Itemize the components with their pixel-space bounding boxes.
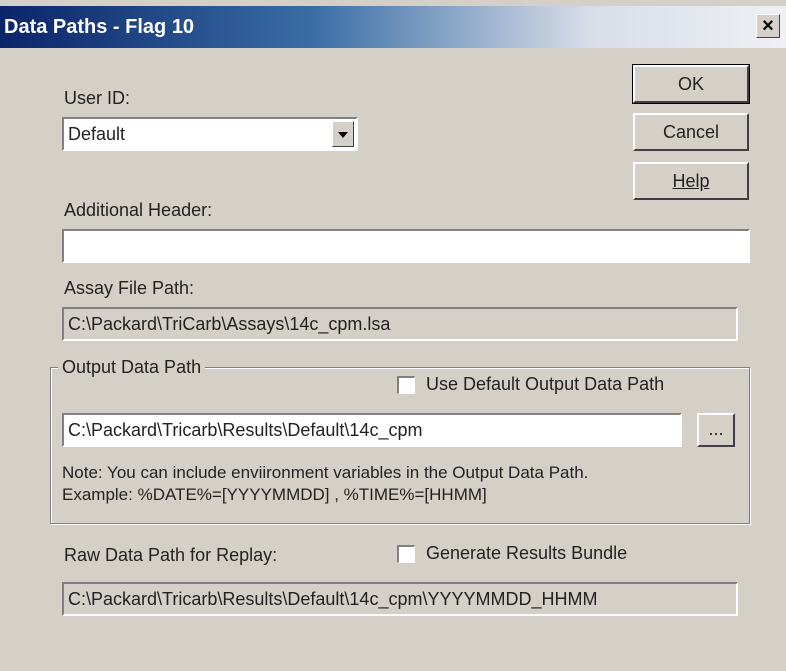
note-line-1: Note: You can include enviironment varia… <box>62 463 589 482</box>
output-path-note: Note: You can include enviironment varia… <box>62 462 588 506</box>
chevron-down-icon[interactable] <box>332 121 354 147</box>
generate-results-bundle-label[interactable]: Generate Results Bundle <box>426 543 627 564</box>
data-paths-dialog: Data Paths - Flag 10 × User ID: Default … <box>0 0 786 671</box>
close-button[interactable]: × <box>756 14 780 38</box>
raw-data-path-field: C:\Packard\Tricarb\Results\Default\14c_c… <box>62 582 738 616</box>
additional-header-input[interactable] <box>62 229 750 263</box>
help-button[interactable]: Help <box>633 162 749 200</box>
browse-button[interactable]: ... <box>697 413 735 447</box>
user-id-selected: Default <box>68 124 126 144</box>
output-data-path-group-title: Output Data Path <box>58 357 206 378</box>
ok-button[interactable]: OK <box>632 64 750 104</box>
assay-file-path-field: C:\Packard\TriCarb\Assays\14c_cpm.lsa <box>62 307 738 341</box>
assay-file-path-label: Assay File Path: <box>64 278 195 298</box>
generate-results-bundle-checkbox[interactable] <box>397 545 415 563</box>
user-id-dropdown[interactable]: Default <box>62 117 358 151</box>
cancel-button[interactable]: Cancel <box>633 113 749 151</box>
use-default-output-checkbox[interactable] <box>397 376 415 394</box>
note-line-2: Example: %DATE%=[YYYYMMDD] , %TIME%=[HHM… <box>62 485 487 504</box>
additional-header-label: Additional Header: <box>64 200 213 220</box>
output-data-path-input[interactable]: C:\Packard\Tricarb\Results\Default\14c_c… <box>62 413 682 447</box>
user-id-label: User ID: <box>64 88 131 108</box>
raw-data-path-label: Raw Data Path for Replay: <box>64 545 278 565</box>
window-title: Data Paths - Flag 10 <box>4 16 195 38</box>
close-icon: × <box>762 15 774 37</box>
title-bar[interactable]: Data Paths - Flag 10 × <box>0 6 786 48</box>
use-default-output-label[interactable]: Use Default Output Data Path <box>426 374 664 395</box>
